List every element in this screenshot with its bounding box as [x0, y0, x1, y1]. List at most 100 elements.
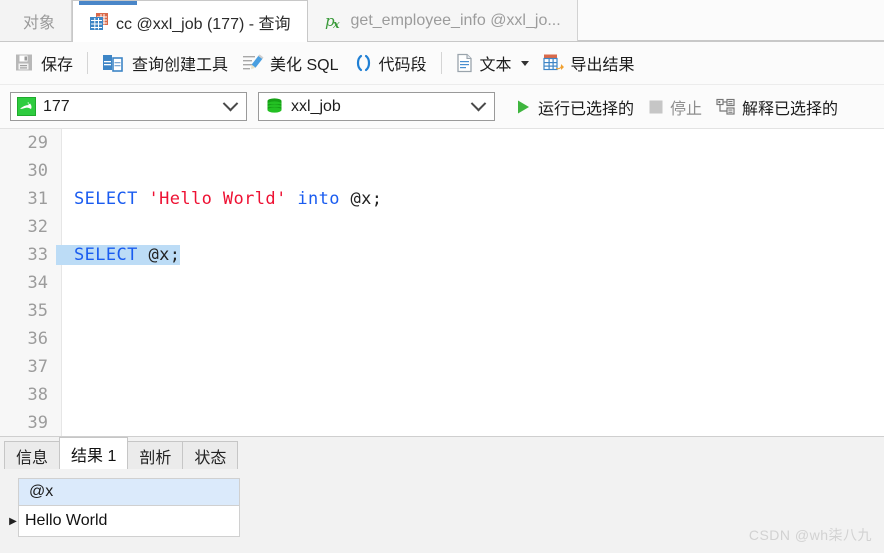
line-number: 29: [27, 133, 48, 153]
token-str: 'Hello World': [148, 189, 287, 209]
line-number: 30: [27, 161, 48, 181]
editor-line[interactable]: 39: [0, 409, 884, 437]
line-number: 32: [27, 217, 48, 237]
export-results-button[interactable]: 导出结果: [536, 48, 642, 78]
result-tab-1[interactable]: 结果 1: [59, 437, 129, 469]
svg-text:x: x: [332, 18, 340, 31]
tab-strip-filler: [577, 0, 884, 41]
tab-active-accent-bar: [79, 1, 138, 5]
database-select[interactable]: xxl_job: [258, 92, 495, 121]
chevron-down-icon[interactable]: [470, 95, 487, 112]
line-number: 35: [27, 301, 48, 321]
result-tab-label: 剖析: [139, 449, 172, 467]
row-current-indicator-icon: ▶: [9, 515, 17, 527]
beautify-sql-label: 美化 SQL: [270, 57, 339, 74]
cell-x-value[interactable]: Hello World: [21, 512, 107, 530]
sql-query-window: 对象 cc @xxl_job (177) - 查询 p x get_employ…: [0, 0, 884, 553]
beautify-sql-button[interactable]: 美化 SQL: [235, 48, 345, 78]
stop-button: 停止: [641, 92, 709, 122]
result-tab-bar[interactable]: 信息 结果 1 剖析 状态: [0, 437, 884, 469]
result-tab-label: 状态: [194, 449, 227, 467]
editor-line[interactable]: 35: [0, 297, 884, 325]
line-number: 38: [27, 385, 48, 405]
result-panel: 信息 结果 1 剖析 状态 @x ▶ Hello World CSDN @wh柒八九: [0, 436, 884, 553]
tab-objects-label: 对象: [23, 14, 56, 32]
save-label: 保存: [41, 57, 74, 74]
connection-select[interactable]: 177: [10, 92, 247, 121]
editor-line[interactable]: 34: [0, 269, 884, 297]
text-document-icon: [456, 53, 474, 73]
stop-square-icon: [648, 99, 664, 115]
token-kw: into: [297, 189, 340, 209]
editor-line[interactable]: 30: [0, 157, 884, 185]
explain-selected-label: 解释已选择的: [742, 100, 839, 118]
toolbar-separator-1: [87, 52, 89, 74]
code-snippet-button[interactable]: 代码段: [346, 48, 434, 78]
csdn-watermark: CSDN @wh柒八九: [748, 527, 872, 543]
result-tab-3[interactable]: 状态: [182, 441, 239, 469]
chevron-down-icon[interactable]: [222, 95, 239, 112]
play-triangle-icon: [514, 98, 532, 116]
run-selected-label: 运行已选择的: [538, 100, 635, 118]
explain-selected-button[interactable]: 解释已选择的: [709, 92, 845, 122]
function-px-icon: p x: [324, 11, 344, 31]
table-row[interactable]: ▶ Hello World: [9, 506, 239, 536]
line-number: 33: [27, 245, 48, 265]
tab-objects[interactable]: 对象: [0, 0, 73, 41]
text-format-button[interactable]: 文本: [449, 48, 536, 78]
connection-toolbar: 177 xxl_job 运行已选择的 停止 解释已选择的: [0, 85, 884, 128]
save-floppy-icon: [15, 53, 35, 73]
result-grid[interactable]: @x ▶ Hello World: [9, 478, 240, 537]
line-number: 39: [27, 413, 48, 433]
toolbar-separator-2: [440, 52, 442, 74]
sql-editor[interactable]: 29 30 31 SELECT 'Hello World' into @x; 32 33 S…: [0, 128, 884, 437]
text-format-label: 文本: [479, 57, 512, 74]
result-tab-label: 结果 1: [71, 447, 117, 465]
result-tab-2[interactable]: 剖析: [127, 441, 184, 469]
run-toolbar: 运行已选择的 停止 解释已选择的: [507, 92, 845, 122]
token-plain: @x;: [137, 245, 181, 265]
line-number: 34: [27, 273, 48, 293]
beautify-pencil-icon: [242, 53, 264, 73]
run-selected-button[interactable]: 运行已选择的: [507, 92, 641, 122]
result-grid-header-row: @x: [19, 479, 239, 506]
editor-line[interactable]: 31 SELECT 'Hello World' into @x;: [0, 185, 884, 213]
main-toolbar: 保存 查询创建工具 美化 SQL 代码段 文本 导出结果: [0, 42, 884, 85]
query-table-icon: [89, 12, 109, 31]
token-kw: SELECT: [74, 245, 138, 265]
result-tab-0[interactable]: 信息: [4, 441, 61, 469]
connection-value: 177: [43, 97, 70, 115]
window-tab-strip: 对象 cc @xxl_job (177) - 查询 p x get_employ…: [0, 0, 884, 42]
query-builder-button[interactable]: 查询创建工具: [95, 48, 235, 78]
editor-line[interactable]: 36: [0, 325, 884, 353]
explain-plan-icon: [716, 98, 736, 116]
line-number: 31: [27, 189, 48, 209]
editor-line[interactable]: 32: [0, 213, 884, 241]
code-parens-icon: [353, 53, 373, 73]
export-results-icon: [542, 53, 565, 73]
editor-line[interactable]: 33 SELECT @x;: [0, 241, 884, 269]
save-button[interactable]: 保存: [8, 48, 80, 78]
database-value: xxl_job: [291, 97, 341, 115]
mysql-dolphin-icon: [17, 97, 36, 116]
stop-label: 停止: [670, 100, 703, 118]
code-snippet-label: 代码段: [378, 57, 427, 74]
line-number: 37: [27, 357, 48, 377]
tab-function-get-employee-info[interactable]: p x get_employee_info @xxl_jo...: [307, 0, 578, 41]
tab-function-label: get_employee_info @xxl_jo...: [350, 11, 561, 29]
line-content[interactable]: SELECT 'Hello World' into @x;: [56, 189, 382, 209]
token-kw: SELECT: [74, 189, 138, 209]
editor-line[interactable]: 37: [0, 353, 884, 381]
query-builder-icon: [102, 53, 126, 73]
line-content[interactable]: SELECT @x;: [56, 245, 181, 265]
editor-lines[interactable]: 29 30 31 SELECT 'Hello World' into @x; 32 33 S…: [0, 129, 884, 437]
export-results-label: 导出结果: [570, 57, 635, 74]
tab-query-cc-xxl-job[interactable]: cc @xxl_job (177) - 查询: [72, 0, 308, 42]
column-header-x[interactable]: @x: [29, 483, 53, 501]
tab-query-label: cc @xxl_job (177) - 查询: [116, 15, 291, 33]
editor-line[interactable]: 29: [0, 129, 884, 157]
token-plain: @x;: [339, 189, 383, 209]
editor-line[interactable]: 38: [0, 381, 884, 409]
chevron-down-icon[interactable]: [520, 60, 529, 66]
